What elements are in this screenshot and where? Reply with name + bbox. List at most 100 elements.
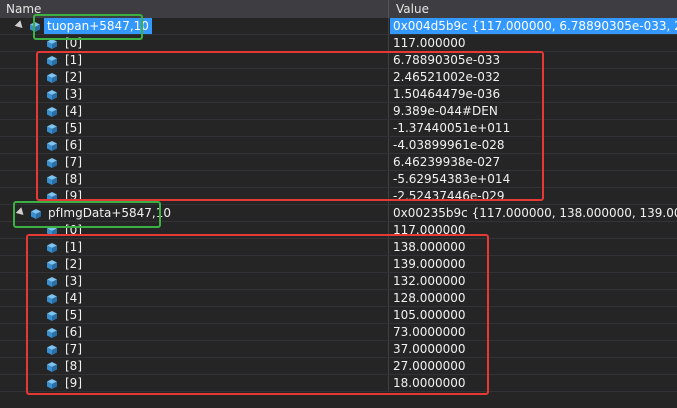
element-index[interactable]: [0] [62,222,85,238]
watch-row-element[interactable]: [2] 139.000000 [0,256,677,273]
watch-row-element[interactable]: [5] -1.37440051e+011 [0,120,677,137]
watch-row-element[interactable]: [4] 128.000000 [0,290,677,307]
element-value[interactable]: 2.46521002e-032 [390,69,677,85]
element-cube-icon [47,378,57,389]
element-value[interactable]: -1.37440051e+011 [390,120,677,136]
element-value[interactable]: 117.000000 [390,222,677,238]
element-index[interactable]: [6] [62,324,85,340]
element-cube-icon [47,259,57,270]
element-index[interactable]: [1] [62,52,85,68]
watch-row-element[interactable]: [7] 6.46239938e-027 [0,154,677,171]
element-value[interactable]: -2.52437446e-029 [390,188,677,204]
watch-row-element[interactable]: [1] 6.78890305e-033 [0,52,677,69]
name-cell: [9] [0,188,389,204]
name-column-header[interactable]: Name [0,0,389,18]
name-cell: [7] [0,341,389,357]
element-value[interactable]: 27.0000000 [390,358,677,374]
watch-row-element[interactable]: [9] -2.52437446e-029 [0,188,677,205]
element-value[interactable]: 37.0000000 [390,341,677,357]
watch-row-element[interactable]: [9] 18.0000000 [0,375,677,392]
expand-triangle-icon[interactable] [15,207,27,218]
name-cell: tuopan+5847,10 [0,18,389,34]
watch-row-element[interactable]: [6] 73.0000000 [0,324,677,341]
name-cell: [2] [0,69,389,85]
element-cube-icon [47,293,57,304]
element-index[interactable]: [5] [62,307,85,323]
name-cell: [6] [0,137,389,153]
element-cube-icon [47,276,57,287]
element-index[interactable]: [6] [62,137,85,153]
watch-row-element[interactable]: [8] 27.0000000 [0,358,677,375]
element-index[interactable]: [8] [62,171,85,187]
element-value[interactable]: 9.389e-044#DEN [390,103,677,119]
watch-row-element[interactable]: [1] 138.000000 [0,239,677,256]
name-cell: [5] [0,307,389,323]
element-value[interactable]: -4.03899961e-028 [390,137,677,153]
element-cube-icon [47,38,57,49]
element-index[interactable]: [0] [62,35,85,51]
watch-row-element[interactable]: [6] -4.03899961e-028 [0,137,677,154]
element-index[interactable]: [5] [62,120,85,136]
name-cell: [6] [0,324,389,340]
element-index[interactable]: [7] [62,154,85,170]
element-value[interactable]: 139.000000 [390,256,677,272]
element-cube-icon [47,157,57,168]
element-value[interactable]: 132.000000 [390,273,677,289]
watch-row-parent[interactable]: pfImgData+5847,10 0x00235b9c {117.000000,… [0,205,677,222]
element-index[interactable]: [8] [62,358,85,374]
element-value[interactable]: 128.000000 [390,290,677,306]
element-index[interactable]: [2] [62,256,85,272]
watch-row-element[interactable]: [4] 9.389e-044#DEN [0,103,677,120]
variable-value[interactable]: 0x004d5b9c {117.000000, 6.78890305e-033,… [390,18,677,34]
element-value[interactable]: 18.0000000 [390,375,677,391]
column-header: Name Value [0,0,677,18]
element-value[interactable]: 138.000000 [390,239,677,255]
element-cube-icon [47,89,57,100]
name-cell: [4] [0,290,389,306]
name-cell: [7] [0,154,389,170]
name-cell: [5] [0,120,389,136]
element-index[interactable]: [7] [62,341,85,357]
watch-row-element[interactable]: [0] 117.000000 [0,222,677,239]
element-value[interactable]: 1.50464479e-036 [390,86,677,102]
name-cell: [2] [0,256,389,272]
element-value[interactable]: 6.78890305e-033 [390,52,677,68]
element-index[interactable]: [4] [62,290,85,306]
variable-name[interactable]: tuopan+5847,10 [44,18,152,34]
element-index[interactable]: [9] [62,375,85,391]
name-cell: [1] [0,52,389,68]
element-value[interactable]: -5.62954383e+014 [390,171,677,187]
watch-row-element[interactable]: [3] 1.50464479e-036 [0,86,677,103]
element-index[interactable]: [4] [62,103,85,119]
watch-row-element[interactable]: [0] 117.000000 [0,35,677,52]
variable-value[interactable]: 0x00235b9c {117.000000, 138.000000, 139.… [390,205,677,221]
watch-row-element[interactable]: [3] 132.000000 [0,273,677,290]
name-cell: [1] [0,239,389,255]
name-cell: pfImgData+5847,10 [0,205,389,221]
name-cell: [9] [0,375,389,391]
watch-row-element[interactable]: [5] 105.000000 [0,307,677,324]
name-cell: [8] [0,358,389,374]
element-index[interactable]: [3] [62,273,85,289]
watch-row-parent[interactable]: tuopan+5847,10 0x004d5b9c {117.000000, 6.… [0,18,677,35]
element-cube-icon [47,361,57,372]
watch-row-element[interactable]: [7] 37.0000000 [0,341,677,358]
name-cell: [0] [0,35,389,51]
expand-triangle-icon[interactable] [14,20,26,31]
watch-row-element[interactable]: [8] -5.62954383e+014 [0,171,677,188]
element-index[interactable]: [1] [62,239,85,255]
element-value[interactable]: 117.000000 [390,35,677,51]
value-column-header[interactable]: Value [390,0,677,18]
element-index[interactable]: [9] [62,188,85,204]
element-value[interactable]: 6.46239938e-027 [390,154,677,170]
variable-name[interactable]: pfImgData+5847,10 [45,205,174,221]
element-cube-icon [47,123,57,134]
element-cube-icon [47,55,57,66]
element-value[interactable]: 105.000000 [390,307,677,323]
watch-row-element[interactable]: [2] 2.46521002e-032 [0,69,677,86]
name-cell: [3] [0,86,389,102]
element-index[interactable]: [3] [62,86,85,102]
element-cube-icon [47,310,57,321]
element-value[interactable]: 73.0000000 [390,324,677,340]
element-index[interactable]: [2] [62,69,85,85]
